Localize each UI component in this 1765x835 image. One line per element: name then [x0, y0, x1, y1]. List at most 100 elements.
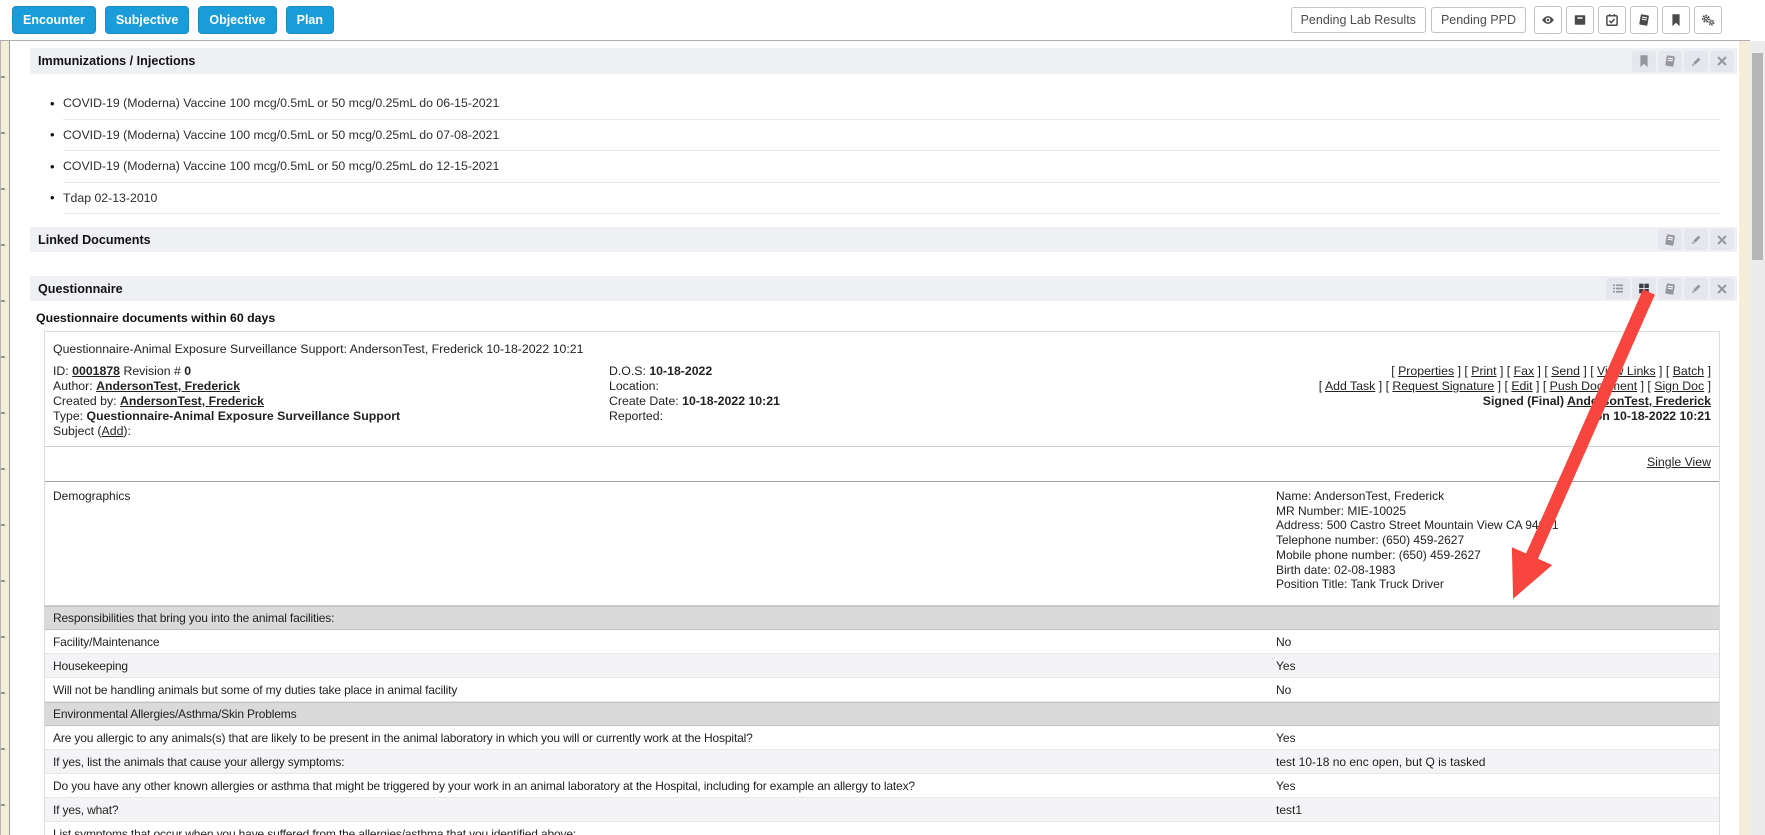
fax-link[interactable]: Fax: [1514, 364, 1535, 378]
qa-question: If yes, list the animals that cause your…: [45, 755, 1276, 769]
pending-lab-results-button[interactable]: Pending Lab Results: [1291, 7, 1426, 33]
qa-answer: Yes: [1276, 779, 1296, 793]
scrollbar-thumb[interactable]: [1752, 53, 1763, 260]
created-by-link[interactable]: AndersonTest, Frederick: [120, 394, 264, 408]
meta-value: 10-18-2022: [649, 364, 712, 378]
pencil-icon[interactable]: [1684, 51, 1708, 72]
signed-date: on 10-18-2022 10:21: [1319, 409, 1711, 424]
close-icon[interactable]: [1710, 51, 1734, 72]
questionnaire-answers-table: Demographics Name: AndersonTest, Frederi…: [45, 481, 1719, 835]
bookmark-icon[interactable]: [1632, 51, 1656, 72]
qa-section-header-text: Responsibilities that bring you into the…: [45, 611, 1276, 625]
single-view-link[interactable]: Single View: [1647, 455, 1711, 469]
demographics-label: Demographics: [45, 482, 1276, 605]
demographics-value-line: Address: 500 Castro Street Mountain View…: [1276, 518, 1559, 533]
qa-row: If yes, what?test1: [45, 798, 1719, 822]
demographics-value-line: Telephone number: (650) 459-2627: [1276, 533, 1559, 548]
bookmark-icon[interactable]: [1662, 6, 1690, 34]
properties-link[interactable]: Properties: [1398, 364, 1454, 378]
qa-question: Housekeeping: [45, 659, 1276, 673]
qa-answer: Yes: [1276, 659, 1296, 673]
nav-button-objective[interactable]: Objective: [198, 6, 276, 34]
immunization-text: COVID-19 (Moderna) Vaccine 100 mcg/0.5mL…: [63, 128, 499, 142]
pending-buttons: Pending Lab ResultsPending PPD: [1291, 7, 1526, 33]
action-link-wrap: [ Properties ]: [1391, 364, 1461, 378]
demographics-value-line: Position Title: Tank Truck Driver: [1276, 577, 1559, 592]
revision-value: 0: [184, 364, 191, 378]
add-task-link[interactable]: Add Task: [1325, 379, 1375, 393]
author-link[interactable]: AndersonTest, Frederick: [96, 379, 240, 393]
qa-question: Facility/Maintenance: [45, 635, 1276, 649]
book-icon[interactable]: [1658, 51, 1682, 72]
action-link-wrap: [ Request Signature ]: [1382, 379, 1501, 393]
eye-icon[interactable]: [1534, 6, 1562, 34]
print-link[interactable]: Print: [1471, 364, 1496, 378]
close-icon[interactable]: [1710, 278, 1734, 299]
section-header-questionnaire: Questionnaire: [30, 276, 1737, 301]
document-meta-left: ID: 0001878 Revision # 0 Author: Anderso…: [53, 364, 400, 439]
questionnaire-document-card: Questionnaire-Animal Exposure Surveillan…: [44, 331, 1720, 835]
demographics-row: Demographics Name: AndersonTest, Frederi…: [45, 482, 1719, 606]
section-header-icon-group: [1658, 229, 1734, 250]
immunization-list-item: •COVID-19 (Moderna) Vaccine 100 mcg/0.5m…: [63, 151, 1720, 183]
edit-link[interactable]: Edit: [1511, 379, 1532, 393]
signed-by-link[interactable]: AndersonTest, Frederick: [1567, 394, 1711, 408]
book-icon[interactable]: [1630, 6, 1658, 34]
close-icon[interactable]: [1710, 229, 1734, 250]
nav-button-encounter[interactable]: Encounter: [12, 6, 96, 34]
qa-answer: Yes: [1276, 731, 1296, 745]
qa-row: HousekeepingYes: [45, 654, 1719, 678]
grid-icon[interactable]: [1632, 278, 1656, 299]
qa-answer: test1: [1276, 803, 1302, 817]
signed-status: Signed (Final): [1483, 394, 1564, 408]
immunization-list-item: •Tdap 02-13-2010: [63, 183, 1720, 215]
qa-answer: No: [1276, 635, 1291, 649]
pending-ppd-button[interactable]: Pending PPD: [1431, 7, 1526, 33]
action-link-wrap: [ Fax ]: [1503, 364, 1541, 378]
qa-section-header-row: Environmental Allergies/Asthma/Skin Prob…: [45, 702, 1719, 726]
subject-add-link[interactable]: Add: [102, 424, 124, 438]
sign-doc-link[interactable]: Sign Doc: [1654, 379, 1704, 393]
qa-section-header-row: Responsibilities that bring you into the…: [45, 606, 1719, 630]
meta-label: Create Date:: [609, 394, 682, 408]
document-id-link[interactable]: 0001878: [72, 364, 120, 378]
toolbar-icon-buttons: [1534, 6, 1722, 34]
document-actions-row2: [ Add Task ] [ Request Signature ] [ Edi…: [1319, 379, 1711, 394]
single-view-row: Single View: [1647, 455, 1711, 469]
right-ruler-strip: [1739, 41, 1750, 835]
qa-question: Do you have any other known allergies or…: [45, 779, 1276, 793]
gears-icon[interactable]: [1694, 6, 1722, 34]
book-icon[interactable]: [1658, 229, 1682, 250]
document-actions: [ Properties ] [ Print ] [ Fax ] [ Send …: [1319, 364, 1711, 424]
created-by-label: Created by:: [53, 394, 117, 408]
demographics-value-line: Mobile phone number: (650) 459-2627: [1276, 548, 1559, 563]
pencil-icon[interactable]: [1684, 278, 1708, 299]
section-title: Questionnaire: [38, 282, 123, 296]
action-link-wrap: [ View Links ]: [1587, 364, 1663, 378]
action-link-wrap: [ Edit ]: [1501, 379, 1539, 393]
qa-question: If yes, what?: [45, 803, 1276, 817]
qa-question: Will not be handling animals but some of…: [45, 683, 1276, 697]
type-value: Questionnaire-Animal Exposure Surveillan…: [87, 409, 401, 423]
pencil-icon[interactable]: [1684, 229, 1708, 250]
immunization-text: COVID-19 (Moderna) Vaccine 100 mcg/0.5mL…: [63, 96, 499, 110]
book-icon[interactable]: [1658, 278, 1682, 299]
batch-link[interactable]: Batch: [1673, 364, 1704, 378]
vertical-scrollbar[interactable]: [1750, 41, 1765, 835]
calendar-check-icon[interactable]: [1598, 6, 1626, 34]
archive-icon[interactable]: [1566, 6, 1594, 34]
action-link-wrap: [ Send ]: [1541, 364, 1587, 378]
push-document-link[interactable]: Push Document: [1550, 379, 1638, 393]
request-signature-link[interactable]: Request Signature: [1392, 379, 1494, 393]
action-link-wrap: [ Add Task ]: [1319, 379, 1382, 393]
action-link-wrap: [ Push Document ]: [1539, 379, 1644, 393]
nav-button-subjective[interactable]: Subjective: [105, 6, 190, 34]
meta-label: Reported:: [609, 409, 663, 423]
qa-question: Are you allergic to any animals(s) that …: [45, 731, 1276, 745]
view-links-link[interactable]: View Links: [1597, 364, 1656, 378]
nav-button-plan[interactable]: Plan: [286, 6, 334, 34]
document-meta-line: Location:: [609, 379, 780, 394]
send-link[interactable]: Send: [1551, 364, 1580, 378]
bullet-icon: •: [50, 159, 55, 174]
list-icon[interactable]: [1606, 278, 1630, 299]
